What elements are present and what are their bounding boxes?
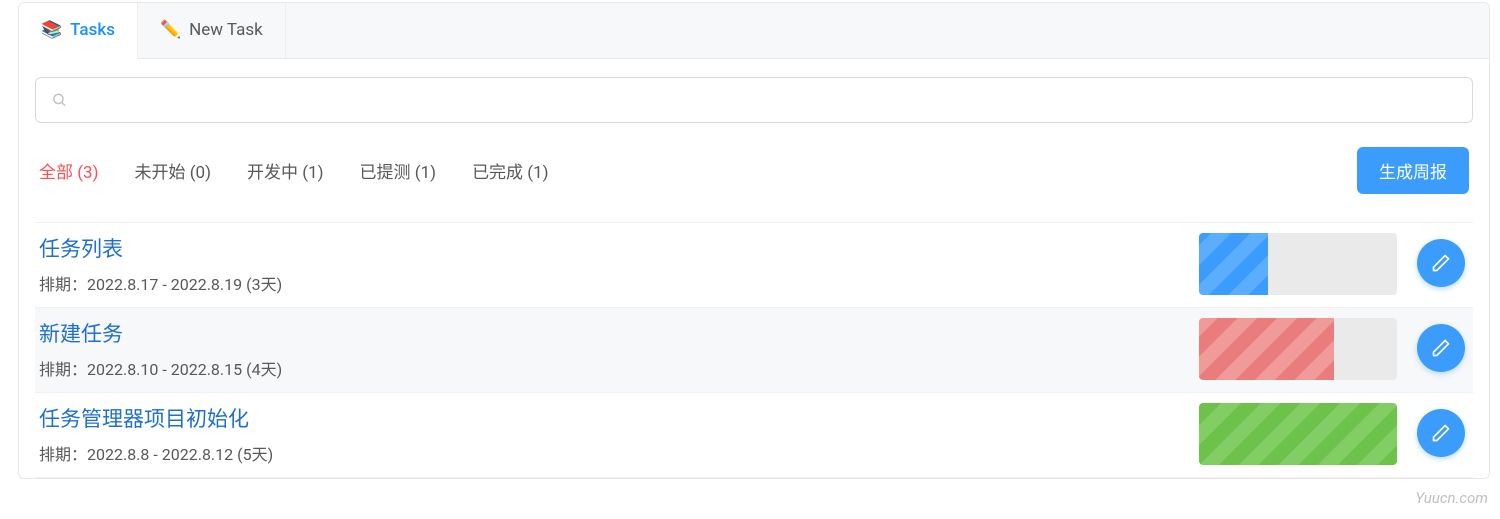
task-info: 任务列表排期：2022.8.17 - 2022.8.19 (3天) [39,233,1187,295]
task-row: 任务列表排期：2022.8.17 - 2022.8.19 (3天) [35,222,1473,307]
task-title[interactable]: 任务列表 [39,233,1187,263]
content-area: 全部 (3)未开始 (0)开发中 (1)已提测 (1)已完成 (1) 生成周报 … [19,59,1489,478]
task-title[interactable]: 任务管理器项目初始化 [39,403,1187,433]
books-icon: 📚 [41,20,62,40]
app-frame: 📚 Tasks ✏️ New Task 全部 (3) 未开始 (0) 开发中 (1)… [18,2,1490,479]
progress-wrap [1199,318,1397,380]
task-row: 任务管理器项目初始化排期：2022.8.8 - 2022.8.12 (5天) [35,392,1473,478]
tab-tasks[interactable]: 📚 Tasks [19,3,138,59]
progress-bar [1199,318,1397,380]
search-input[interactable] [35,77,1473,123]
edit-button[interactable] [1417,409,1465,457]
tab-bar: 📚 Tasks ✏️ New Task [19,3,1489,59]
generate-report-button[interactable]: 生成周报 [1357,147,1469,194]
progress-fill [1199,233,1268,295]
progress-wrap [1199,233,1397,295]
edit-button[interactable] [1417,324,1465,372]
filter-item-4[interactable]: 已完成 (1) [472,158,549,183]
pencil-icon [1431,423,1451,443]
progress-bar [1199,233,1397,295]
pencil-icon [1431,338,1451,358]
progress-bar [1199,403,1397,465]
filter-item-1[interactable]: 未开始 (0) [135,158,212,183]
progress-wrap [1199,403,1397,465]
progress-fill [1199,318,1334,380]
search-wrap [35,77,1473,123]
filter-item-0[interactable]: 全部 (3) [39,158,99,183]
task-row: 新建任务排期：2022.8.10 - 2022.8.15 (4天) [35,307,1473,392]
filter-list: 全部 (3) 未开始 (0) 开发中 (1) 已提测 (1) 已完成 (1) [35,158,549,183]
task-info: 新建任务排期：2022.8.10 - 2022.8.15 (4天) [39,318,1187,380]
task-schedule: 排期：2022.8.8 - 2022.8.12 (5天) [39,441,1187,465]
filter-row: 全部 (3) 未开始 (0) 开发中 (1) 已提测 (1) 已完成 (1) 生成周报 [35,147,1473,194]
task-info: 任务管理器项目初始化排期：2022.8.8 - 2022.8.12 (5天) [39,403,1187,465]
watermark: Yuucn.com [1415,489,1488,507]
task-schedule: 排期：2022.8.10 - 2022.8.15 (4天) [39,356,1187,380]
tab-label: Tasks [70,20,115,40]
task-title[interactable]: 新建任务 [39,318,1187,348]
tab-new-task[interactable]: ✏️ New Task [138,2,286,58]
progress-fill [1199,403,1397,465]
pencil-icon [1431,253,1451,273]
tab-label: New Task [189,20,263,40]
filter-item-2[interactable]: 开发中 (1) [247,158,324,183]
task-schedule: 排期：2022.8.17 - 2022.8.19 (3天) [39,271,1187,295]
pencil-icon: ✏️ [160,20,181,40]
filter-item-3[interactable]: 已提测 (1) [360,158,437,183]
edit-button[interactable] [1417,239,1465,287]
task-list: 任务列表排期：2022.8.17 - 2022.8.19 (3天)新建任务排期：… [35,222,1473,478]
